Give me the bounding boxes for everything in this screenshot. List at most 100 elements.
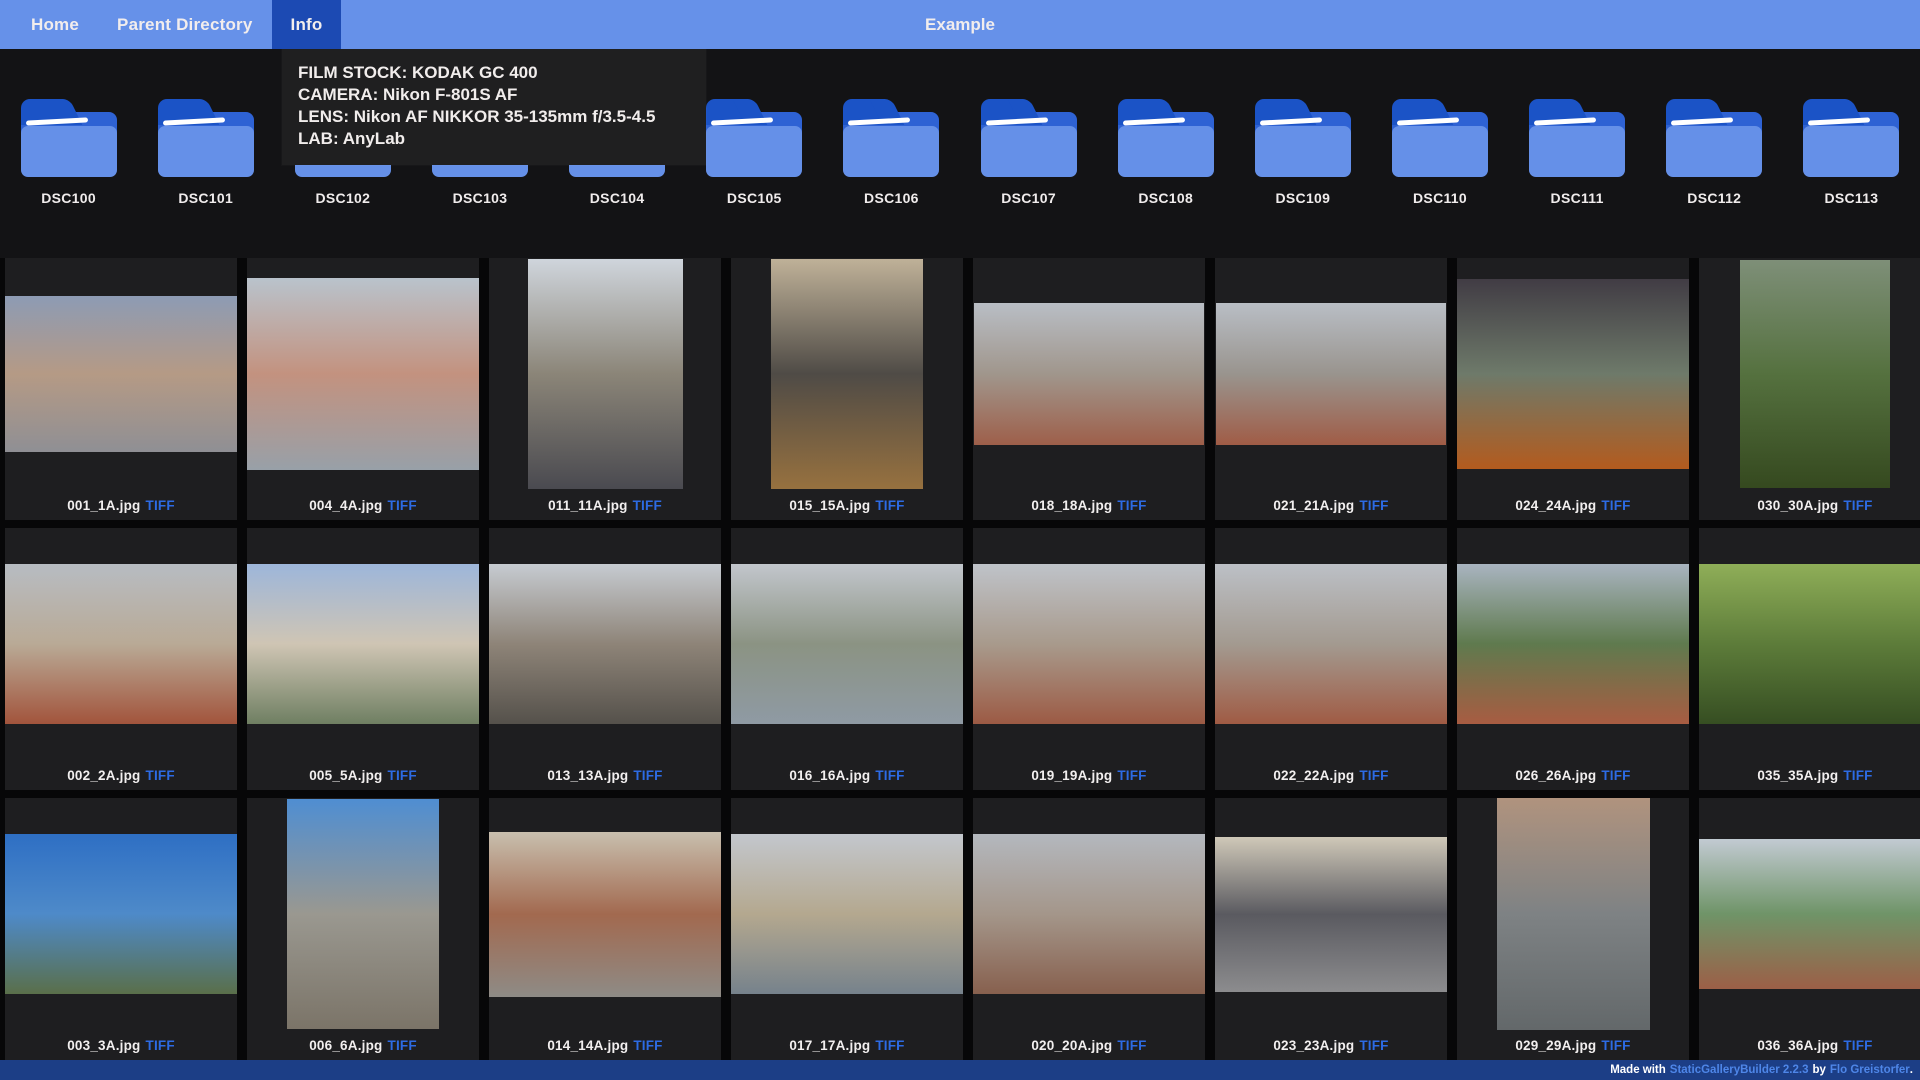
photo-036_36A.jpg[interactable] xyxy=(1699,839,1920,989)
tiff-link[interactable]: TIFF xyxy=(1117,498,1146,513)
tiff-link[interactable]: TIFF xyxy=(875,1038,904,1053)
folder-item-DSC107[interactable]: DSC107 xyxy=(960,99,1097,256)
tiff-link[interactable]: TIFF xyxy=(146,768,175,783)
builder-link[interactable]: StaticGalleryBuilder 2.2.3 xyxy=(1670,1064,1809,1076)
photo-011_11A.jpg[interactable] xyxy=(528,259,683,489)
tiff-link[interactable]: TIFF xyxy=(1117,1038,1146,1053)
folder-label: DSC111 xyxy=(1509,190,1646,206)
photo-020_20A.jpg[interactable] xyxy=(973,834,1205,994)
folder-icon xyxy=(21,99,117,177)
thumbnail-wrapper xyxy=(1457,528,1689,760)
gallery-cell: 030_30A.jpg TIFF xyxy=(1699,258,1920,520)
tiff-link[interactable]: TIFF xyxy=(1359,768,1388,783)
tiff-link[interactable]: TIFF xyxy=(388,1038,417,1053)
folder-item-DSC110[interactable]: DSC110 xyxy=(1371,99,1508,256)
author-link[interactable]: Flo Greistorfer xyxy=(1830,1064,1910,1076)
footer-by: by xyxy=(1812,1064,1825,1076)
gallery-cell: 005_5A.jpg TIFF xyxy=(247,528,479,790)
photo-caption: 026_26A.jpg TIFF xyxy=(1457,760,1689,790)
photo-caption: 022_22A.jpg TIFF xyxy=(1215,760,1447,790)
photo-006_6A.jpg[interactable] xyxy=(287,799,439,1029)
photo-018_18A.jpg[interactable] xyxy=(974,303,1204,445)
folder-label: DSC100 xyxy=(0,190,137,206)
photo-030_30A.jpg[interactable] xyxy=(1740,260,1890,488)
folder-item-DSC100[interactable]: DSC100 xyxy=(0,99,137,256)
photo-caption: 011_11A.jpg TIFF xyxy=(489,490,721,520)
folder-item-DSC109[interactable]: DSC109 xyxy=(1234,99,1371,256)
thumbnail-wrapper xyxy=(1699,258,1920,490)
tiff-link[interactable]: TIFF xyxy=(388,768,417,783)
folder-label: DSC110 xyxy=(1371,190,1508,206)
info-panel: FILM STOCK: KODAK GC 400 CAMERA: Nikon F… xyxy=(282,49,706,165)
photo-caption: 035_35A.jpg TIFF xyxy=(1699,760,1920,790)
photo-021_21A.jpg[interactable] xyxy=(1216,303,1446,445)
photo-029_29A.jpg[interactable] xyxy=(1497,798,1650,1030)
folder-item-DSC113[interactable]: DSC113 xyxy=(1783,99,1920,256)
photo-filename: 036_36A.jpg xyxy=(1757,1038,1838,1053)
photo-017_17A.jpg[interactable] xyxy=(731,834,963,994)
photo-019_19A.jpg[interactable] xyxy=(973,564,1205,724)
nav-item-parent-directory[interactable]: Parent Directory xyxy=(98,0,271,49)
photo-024_24A.jpg[interactable] xyxy=(1457,279,1689,469)
photo-filename: 004_4A.jpg xyxy=(309,498,382,513)
folder-label: DSC112 xyxy=(1646,190,1783,206)
photo-023_23A.jpg[interactable] xyxy=(1215,837,1447,992)
tiff-link[interactable]: TIFF xyxy=(146,498,175,513)
folder-item-DSC106[interactable]: DSC106 xyxy=(823,99,960,256)
tiff-link[interactable]: TIFF xyxy=(1601,768,1630,783)
tiff-link[interactable]: TIFF xyxy=(146,1038,175,1053)
tiff-link[interactable]: TIFF xyxy=(875,498,904,513)
photo-caption: 029_29A.jpg TIFF xyxy=(1457,1030,1689,1060)
photo-caption: 024_24A.jpg TIFF xyxy=(1457,490,1689,520)
tiff-link[interactable]: TIFF xyxy=(1601,1038,1630,1053)
gallery-cell: 017_17A.jpg TIFF xyxy=(731,798,963,1060)
photo-022_22A.jpg[interactable] xyxy=(1215,564,1447,724)
tiff-link[interactable]: TIFF xyxy=(633,498,662,513)
photo-filename: 017_17A.jpg xyxy=(789,1038,870,1053)
photo-015_15A.jpg[interactable] xyxy=(771,259,923,489)
photo-filename: 023_23A.jpg xyxy=(1273,1038,1354,1053)
tiff-link[interactable]: TIFF xyxy=(1359,1038,1388,1053)
folder-item-DSC105[interactable]: DSC105 xyxy=(686,99,823,256)
photo-filename: 002_2A.jpg xyxy=(67,768,140,783)
thumbnail-wrapper xyxy=(973,258,1205,490)
photo-005_5A.jpg[interactable] xyxy=(247,564,479,724)
tiff-link[interactable]: TIFF xyxy=(633,1038,662,1053)
photo-016_16A.jpg[interactable] xyxy=(731,564,963,724)
tiff-link[interactable]: TIFF xyxy=(1117,768,1146,783)
thumbnail-wrapper xyxy=(731,258,963,490)
tiff-link[interactable]: TIFF xyxy=(1843,498,1872,513)
photo-026_26A.jpg[interactable] xyxy=(1457,564,1689,724)
folder-icon xyxy=(1529,99,1625,177)
photo-002_2A.jpg[interactable] xyxy=(5,564,237,724)
folder-item-DSC111[interactable]: DSC111 xyxy=(1509,99,1646,256)
photo-014_14A.jpg[interactable] xyxy=(489,832,721,997)
info-film-stock: FILM STOCK: KODAK GC 400 xyxy=(298,62,690,84)
tiff-link[interactable]: TIFF xyxy=(633,768,662,783)
folder-label: DSC108 xyxy=(1097,190,1234,206)
tiff-link[interactable]: TIFF xyxy=(1359,498,1388,513)
thumbnail-wrapper xyxy=(1699,528,1920,760)
tiff-link[interactable]: TIFF xyxy=(1843,768,1872,783)
folder-label: DSC102 xyxy=(274,190,411,206)
photo-001_1A.jpg[interactable] xyxy=(5,296,237,452)
folder-item-DSC101[interactable]: DSC101 xyxy=(137,99,274,256)
photo-004_4A.jpg[interactable] xyxy=(247,278,479,470)
folder-item-DSC108[interactable]: DSC108 xyxy=(1097,99,1234,256)
photo-gallery: 001_1A.jpg TIFF 004_4A.jpg TIFF 011_11A.… xyxy=(0,258,1920,1060)
tiff-link[interactable]: TIFF xyxy=(1843,1038,1872,1053)
photo-013_13A.jpg[interactable] xyxy=(489,564,721,724)
tiff-link[interactable]: TIFF xyxy=(1601,498,1630,513)
photo-035_35A.jpg[interactable] xyxy=(1699,564,1920,724)
folder-icon xyxy=(1255,99,1351,177)
tiff-link[interactable]: TIFF xyxy=(875,768,904,783)
photo-filename: 030_30A.jpg xyxy=(1757,498,1838,513)
nav-item-home[interactable]: Home xyxy=(12,0,98,49)
thumbnail-wrapper xyxy=(489,258,721,490)
folder-label: DSC104 xyxy=(549,190,686,206)
photo-caption: 013_13A.jpg TIFF xyxy=(489,760,721,790)
nav-item-info[interactable]: Info xyxy=(272,0,342,49)
photo-003_3A.jpg[interactable] xyxy=(5,834,237,994)
folder-item-DSC112[interactable]: DSC112 xyxy=(1646,99,1783,256)
tiff-link[interactable]: TIFF xyxy=(388,498,417,513)
